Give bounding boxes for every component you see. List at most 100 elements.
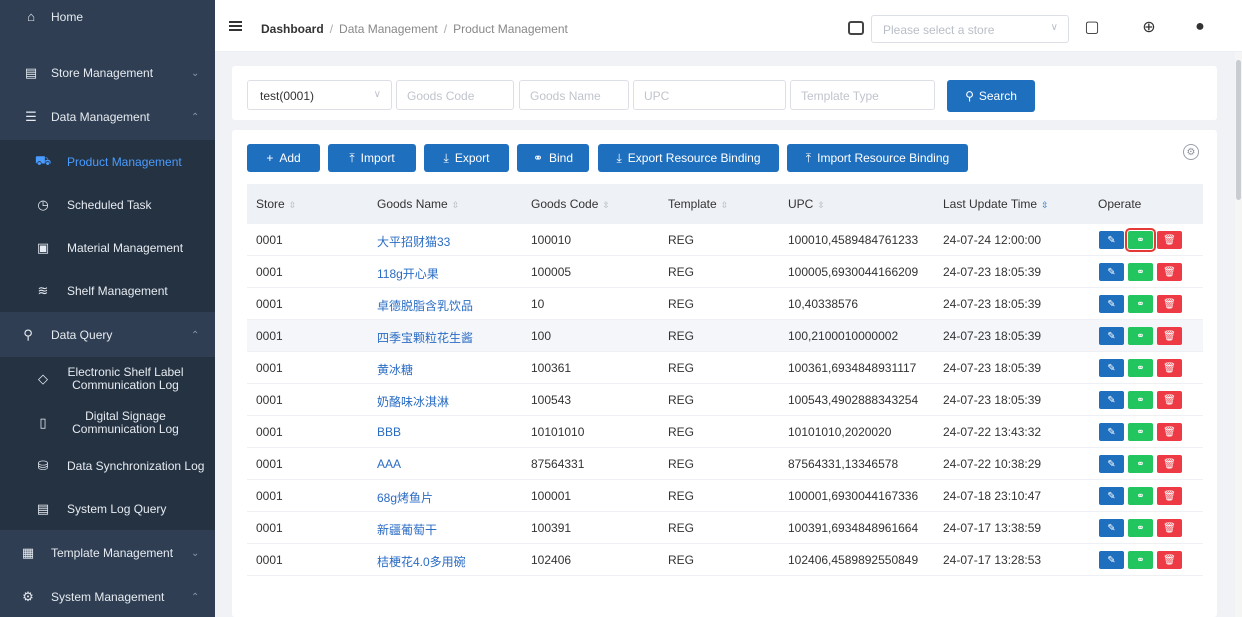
search-icon: ⚲: [965, 89, 974, 103]
breadcrumb-dashboard[interactable]: Dashboard: [261, 22, 324, 36]
cell-name[interactable]: 奶酪味冰淇淋: [377, 393, 449, 410]
edit-button[interactable]: ✎: [1099, 327, 1124, 345]
delete-button[interactable]: 🗑: [1157, 487, 1182, 505]
export-resource-binding-button[interactable]: ⤓ Export Resource Binding: [598, 144, 779, 172]
edit-button[interactable]: ✎: [1099, 519, 1124, 537]
edit-button[interactable]: ✎: [1099, 231, 1124, 249]
cell-name[interactable]: 68g烤鱼片: [377, 489, 433, 506]
column-settings-icon[interactable]: ⚙: [1183, 144, 1199, 160]
add-button[interactable]: + Add: [247, 144, 320, 172]
sidebar-item-template-management[interactable]: ▦ Template Management ⌄: [0, 533, 215, 573]
template-type-input[interactable]: Template Type: [790, 80, 935, 110]
upc-input[interactable]: UPC: [633, 80, 786, 110]
table-row[interactable]: 0001 68g烤鱼片 100001 REG 100001,6930044167336 2…: [247, 480, 1203, 512]
edit-button[interactable]: ✎: [1099, 455, 1124, 473]
table-row[interactable]: 0001 新疆葡萄干 100391 REG 100391,6934848961664 24…: [247, 512, 1203, 544]
bind-button[interactable]: ⚭: [1128, 455, 1153, 473]
sidebar-item-data-management[interactable]: ☰ Data Management ⌃: [0, 97, 215, 137]
delete-button[interactable]: 🗑: [1157, 359, 1182, 377]
row-actions: ✎ ⚭ 🗑: [1099, 228, 1182, 252]
store-filter-select[interactable]: test(0001) ∨: [247, 80, 392, 110]
cell-template: REG: [668, 233, 695, 247]
globe-icon[interactable]: ⊕: [1140, 18, 1158, 36]
cell-name[interactable]: 四季宝颗粒花生酱: [377, 329, 473, 346]
scrollbar-thumb[interactable]: [1236, 60, 1241, 200]
column-header-upc[interactable]: UPC ⇳: [788, 197, 825, 211]
cell-name[interactable]: BBB: [377, 425, 401, 439]
page-scrollbar[interactable]: [1235, 52, 1242, 617]
edit-button[interactable]: ✎: [1099, 551, 1124, 569]
table-row[interactable]: 0001 大平招财猫33 100010 REG 100010,4589484761233…: [247, 224, 1203, 256]
cell-name[interactable]: 黄冰糖: [377, 361, 413, 378]
sidebar-item-esl-log[interactable]: ◇ Electronic Shelf Label Communication L…: [0, 357, 215, 401]
bind-button[interactable]: ⚭: [1128, 391, 1153, 409]
sidebar-item-home[interactable]: ⌂ Home: [0, 0, 215, 33]
delete-button[interactable]: 🗑: [1157, 295, 1182, 313]
sidebar-item-store-management[interactable]: ▤ Store Management ⌄: [0, 53, 215, 93]
sidebar-item-scheduled-task[interactable]: ◷ Scheduled Task: [0, 183, 215, 226]
table-row[interactable]: 0001 卓德脱脂含乳饮品 10 REG 10,40338576 24-07-23 18:…: [247, 288, 1203, 320]
store-select[interactable]: Please select a store ∨: [871, 15, 1069, 43]
cell-name[interactable]: 118g开心果: [377, 265, 439, 282]
bind-button[interactable]: ⚭: [1128, 487, 1153, 505]
bind-button[interactable]: ⚭: [1128, 519, 1153, 537]
bind-button[interactable]: ⚭: [1128, 359, 1153, 377]
cell-name[interactable]: AAA: [377, 457, 401, 471]
bind-button[interactable]: ⚭ Bind: [517, 144, 589, 172]
table-row[interactable]: 0001 118g开心果 100005 REG 100005,6930044166209…: [247, 256, 1203, 288]
edit-button[interactable]: ✎: [1099, 391, 1124, 409]
cell-name[interactable]: 卓德脱脂含乳饮品: [377, 297, 473, 314]
column-header-last-update-time[interactable]: Last Update Time ⇳: [943, 197, 1049, 211]
cell-name[interactable]: 新疆葡萄干: [377, 521, 437, 538]
search-button[interactable]: ⚲ Search: [947, 80, 1035, 112]
import-resource-binding-button[interactable]: ⤒ Import Resource Binding: [787, 144, 968, 172]
goods-code-input[interactable]: Goods Code: [396, 80, 514, 110]
delete-button[interactable]: 🗑: [1157, 455, 1182, 473]
bind-button[interactable]: ⚭: [1128, 295, 1153, 313]
sidebar-item-system-log[interactable]: ▤ System Log Query: [0, 487, 215, 530]
bind-button[interactable]: ⚭: [1128, 327, 1153, 345]
cell-name[interactable]: 大平招财猫33: [377, 233, 450, 250]
column-header-goods-code[interactable]: Goods Code ⇳: [531, 197, 610, 211]
sidebar-item-data-sync-log[interactable]: ⛁ Data Synchronization Log: [0, 444, 215, 487]
cell-name[interactable]: 桔梗花4.0多用碗: [377, 553, 466, 570]
column-header-store[interactable]: Store ⇳: [256, 197, 296, 211]
breadcrumb-data-management[interactable]: Data Management: [339, 22, 438, 36]
sidebar-item-system-management[interactable]: ⚙ System Management ⌃: [0, 577, 215, 617]
delete-button[interactable]: 🗑: [1157, 263, 1182, 281]
user-avatar-icon[interactable]: ●: [1191, 18, 1209, 36]
column-header-goods-name[interactable]: Goods Name ⇳: [377, 197, 459, 211]
delete-button[interactable]: 🗑: [1157, 327, 1182, 345]
delete-button[interactable]: 🗑: [1157, 231, 1182, 249]
edit-button[interactable]: ✎: [1099, 423, 1124, 441]
sidebar-item-material-management[interactable]: ▣ Material Management: [0, 226, 215, 269]
edit-button[interactable]: ✎: [1099, 359, 1124, 377]
delete-button[interactable]: 🗑: [1157, 551, 1182, 569]
sidebar-item-shelf-management[interactable]: ≋ Shelf Management: [0, 269, 215, 312]
sidebar-item-product-management[interactable]: ⛟ Product Management: [0, 140, 215, 183]
edit-button[interactable]: ✎: [1099, 295, 1124, 313]
delete-button[interactable]: 🗑: [1157, 391, 1182, 409]
sidebar-item-signage-log[interactable]: ▯ Digital Signage Communication Log: [0, 401, 215, 444]
table-row[interactable]: 0001 四季宝颗粒花生酱 100 REG 100,2100010000002 24-07…: [247, 320, 1203, 352]
bind-button[interactable]: ⚭: [1128, 263, 1153, 281]
bind-button[interactable]: ⚭: [1128, 551, 1153, 569]
table-row[interactable]: 0001 BBB 10101010 REG 10101010,2020020 24-07-…: [247, 416, 1203, 448]
table-row[interactable]: 0001 奶酪味冰淇淋 100543 REG 100543,4902888343254 2…: [247, 384, 1203, 416]
edit-button[interactable]: ✎: [1099, 263, 1124, 281]
bind-button[interactable]: ⚭: [1128, 423, 1153, 441]
export-button[interactable]: ⤓ Export: [424, 144, 509, 172]
tablet-icon[interactable]: ▢: [1083, 18, 1101, 36]
import-button[interactable]: ⤒ Import: [328, 144, 416, 172]
column-header-template[interactable]: Template ⇳: [668, 197, 728, 211]
table-row[interactable]: 0001 黄冰糖 100361 REG 100361,6934848931117 24-0…: [247, 352, 1203, 384]
table-row[interactable]: 0001 桔梗花4.0多用碗 102406 REG 102406,45898925508…: [247, 544, 1203, 576]
goods-name-input[interactable]: Goods Name: [519, 80, 629, 110]
bind-button[interactable]: ⚭: [1125, 228, 1156, 252]
edit-button[interactable]: ✎: [1099, 487, 1124, 505]
delete-button[interactable]: 🗑: [1157, 423, 1182, 441]
sidebar-item-data-query[interactable]: ⚲ Data Query ⌃: [0, 315, 215, 355]
menu-toggle-icon[interactable]: [229, 21, 242, 32]
delete-button[interactable]: 🗑: [1157, 519, 1182, 537]
table-row[interactable]: 0001 AAA 87564331 REG 87564331,13346578 24-07…: [247, 448, 1203, 480]
